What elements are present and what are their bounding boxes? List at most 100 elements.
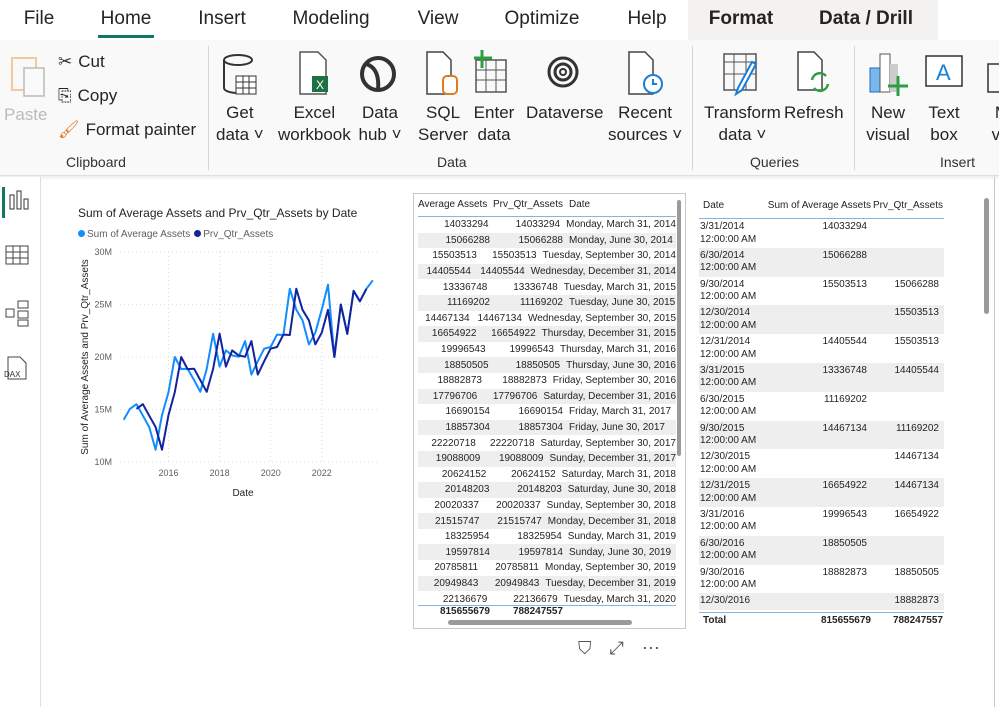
table-row[interactable]: 12/31/2014 12:00:00 AM 14405544 15503513 xyxy=(699,334,944,363)
table-row[interactable]: 17796706 17796706 Saturday, December 31, 2… xyxy=(418,388,676,405)
table-row[interactable]: 9/30/2016 12:00:00 AM 18882873 18850505 xyxy=(699,565,944,594)
table-row[interactable]: 14033294 14033294 Monday, March 31, 2014 xyxy=(418,217,676,233)
table-row[interactable]: 12/30/2014 12:00:00 AM 15503513 xyxy=(699,305,944,335)
queries-refresh-button[interactable]: Refresh xyxy=(784,50,844,124)
table1-total-row: 815655679 788247557 xyxy=(439,606,563,617)
new-icon xyxy=(869,53,908,96)
legend-item-prv-qtr-assets[interactable]: Prv_Qtr_Assets xyxy=(194,229,273,240)
table-row[interactable]: 15066288 15066288 Monday, June 30, 2014 xyxy=(418,232,676,249)
data-get-button[interactable]: Get data ˅ xyxy=(216,50,264,146)
model-view-icon[interactable] xyxy=(4,299,30,332)
group-label-queries: Queries xyxy=(750,154,800,170)
tab-format[interactable]: Format xyxy=(688,0,794,40)
table-row[interactable]: 20020337 20020337 Sunday, September 30, 20… xyxy=(418,498,676,514)
table-row[interactable]: 15503513 15503513 Tuesday, September 30, 2… xyxy=(418,248,676,264)
table-row[interactable]: 13336748 13336748 Tuesday, March 31, 2015 xyxy=(418,279,676,295)
data-data-button[interactable]: Data hub ˅ xyxy=(358,50,402,146)
table-row[interactable]: 20785811 20785811 Monday, September 30, 20… xyxy=(418,560,676,576)
table-row[interactable]: 20148203 20148203 Saturday, June 30, 2018 xyxy=(418,482,676,498)
table-row[interactable]: 18882873 18882873 Friday, September 30, 20… xyxy=(418,373,676,389)
insert-new-button[interactable]: New visual xyxy=(866,50,910,146)
group-label-data: Data xyxy=(437,154,467,170)
queries-transform-button[interactable]: Transform data ˅ xyxy=(704,50,781,146)
text-icon: A xyxy=(925,55,963,87)
x-tick-label: 2022 xyxy=(312,468,332,478)
copy-button[interactable]: ⎘ Copy xyxy=(58,86,117,106)
data-sql-button[interactable]: SQL Server xyxy=(418,50,468,146)
column-header[interactable]: Average Assets xyxy=(418,199,490,210)
table-row[interactable]: 18325954 18325954 Sunday, March 31, 2019 xyxy=(418,529,676,545)
vertical-scrollbar[interactable] xyxy=(677,200,681,456)
table-row[interactable]: 12/30/2015 12:00:00 AM 14467134 xyxy=(699,449,944,478)
tab-view[interactable]: View xyxy=(417,0,459,40)
table2-body: 3/31/2014 12:00:00 AM 14033294 6/30/2014 12:… xyxy=(699,219,944,611)
table-row[interactable]: 3/31/2015 12:00:00 AM 13336748 14405544 xyxy=(699,362,944,392)
table-row[interactable]: 9/30/2015 12:00:00 AM 14467134 11169202 xyxy=(699,420,944,450)
data-icon xyxy=(360,56,396,92)
tab-modeling[interactable]: Modeling xyxy=(289,0,373,40)
tab-insert[interactable]: Insert xyxy=(196,0,248,40)
table-row[interactable]: 18857304 18857304 Friday, June 30, 2017 xyxy=(418,419,676,436)
transform-icon xyxy=(723,53,758,97)
table-row[interactable]: 16654922 16654922 Thursday, December 31, 2… xyxy=(418,326,676,342)
more-options-icon[interactable]: ⋯ xyxy=(642,638,660,659)
table-row[interactable]: 22220718 22220718 Saturday, September 30, … xyxy=(418,435,676,451)
line-chart[interactable]: 10M 15M 20M 25M 30M 2016 2018 2020 2022 Date Sum o… xyxy=(60,240,390,500)
table-row[interactable]: 9/30/2014 12:00:00 AM 15503513 15066288 xyxy=(699,277,944,306)
y-tick-label: 15M xyxy=(94,405,112,415)
column-header[interactable]: Sum of Average Assets xyxy=(759,200,871,211)
data-recent-button[interactable]: Recent sources ˅ xyxy=(608,50,682,146)
x-tick-label: 2020 xyxy=(261,468,281,478)
filter-icon[interactable]: ⛉ xyxy=(578,638,592,659)
insert-text-button[interactable]: A Text box xyxy=(922,50,966,146)
table-row[interactable]: 11169202 11169202 Tuesday, June 30, 2015 xyxy=(418,294,676,311)
report-view-icon[interactable] xyxy=(2,187,33,218)
table-row[interactable]: 6/30/2016 12:00:00 AM 18850505 xyxy=(699,535,944,565)
x-tick-label: 2018 xyxy=(210,468,230,478)
table-row[interactable]: 3/31/2016 12:00:00 AM 19996543 16654922 xyxy=(699,507,944,536)
table-view-icon[interactable] xyxy=(4,243,30,274)
table-row[interactable]: 14405544 14405544 Wednesday, December 31, … xyxy=(418,263,676,280)
column-header[interactable]: Date xyxy=(703,200,759,211)
focus-mode-icon[interactable]: ⤢ xyxy=(610,638,624,659)
table-row[interactable]: 3/31/2014 12:00:00 AM 14033294 xyxy=(699,219,944,248)
group-label-clipboard: Clipboard xyxy=(66,154,126,170)
insert-m-button[interactable]: Mvis xyxy=(980,50,999,146)
table-row[interactable]: 6/30/2014 12:00:00 AM 15066288 xyxy=(699,247,944,277)
table-row[interactable]: 19597814 19597814 Sunday, June 30, 2019 xyxy=(418,544,676,561)
format-painter-button[interactable]: 🖌 Format painter xyxy=(58,120,196,140)
data-enter-button[interactable]: Enter data xyxy=(472,50,516,146)
table-row[interactable]: 19088009 19088009 Sunday, December 31, 201… xyxy=(418,450,676,467)
column-header[interactable]: Date xyxy=(563,199,590,210)
column-header[interactable]: Prv_Qtr_Assets xyxy=(871,200,943,211)
scissors-icon: ✂ xyxy=(58,52,73,71)
table-row[interactable]: 16690154 16690154 Friday, March 31, 2017 xyxy=(418,404,676,420)
horizontal-scrollbar[interactable] xyxy=(448,620,632,625)
sql-icon xyxy=(426,51,459,95)
data-excel-button[interactable]: X Excel workbook xyxy=(278,50,351,146)
tab-help[interactable]: Help xyxy=(625,0,669,40)
chart-legend: Sum of Average Assets Prv_Qtr_Assets xyxy=(78,229,273,240)
cut-button[interactable]: ✂ Cut xyxy=(58,52,105,72)
vertical-scrollbar[interactable] xyxy=(984,198,989,314)
table-row[interactable]: 20949843 20949843 Tuesday, December 31, 20… xyxy=(418,575,676,592)
table-row[interactable]: 18850505 18850505 Thursday, June 30, 2016 xyxy=(418,357,676,373)
table-row[interactable]: 6/30/2015 12:00:00 AM 11169202 xyxy=(699,392,944,421)
table-row[interactable]: 12/31/2015 12:00:00 AM 16654922 14467134 xyxy=(699,478,944,507)
recent-icon xyxy=(628,51,664,95)
dax-query-view-icon[interactable]: DAX xyxy=(4,355,30,386)
data-dataverse-button[interactable]: Dataverse xyxy=(526,50,603,124)
paste-button[interactable]: Paste xyxy=(4,50,47,126)
tab-home[interactable]: Home xyxy=(98,0,154,40)
table-row[interactable]: 21515747 21515747 Monday, December 31, 201… xyxy=(418,513,676,529)
table-row[interactable]: 20624152 20624152 Saturday, March 31, 2018 xyxy=(418,467,676,483)
table-row[interactable]: 14467134 14467134 Wednesday, September 30,… xyxy=(418,311,676,327)
tab-file[interactable]: File xyxy=(14,0,64,40)
legend-item-average-assets[interactable]: Sum of Average Assets xyxy=(78,229,190,240)
tab-data-drill[interactable]: Data / Drill xyxy=(794,0,938,40)
table-row[interactable]: 19996543 19996543 Thursday, March 31, 2016 xyxy=(418,342,676,358)
y-axis-label: Sum of Average Assets and Prv_Qtr_Assets xyxy=(80,259,91,454)
column-header[interactable]: Prv_Qtr_Assets xyxy=(490,199,563,210)
table-row[interactable]: 12/30/2016 18882873 xyxy=(699,593,944,611)
tab-optimize[interactable]: Optimize xyxy=(502,0,582,40)
